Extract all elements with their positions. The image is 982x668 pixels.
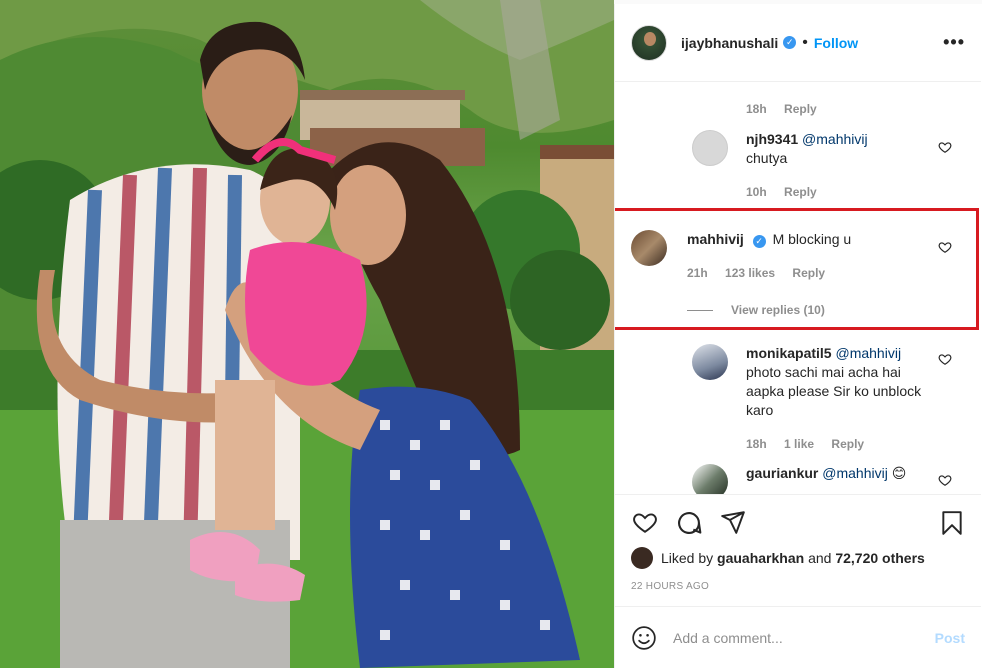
- comment-username[interactable]: gauriankur: [746, 465, 818, 481]
- author-avatar[interactable]: [631, 24, 667, 61]
- reply-button[interactable]: Reply: [784, 185, 817, 199]
- comment-body: gauriankur @mahhivij 😊: [746, 464, 906, 494]
- post-timestamp[interactable]: 22 HOURS AGO: [631, 581, 709, 592]
- like-heart-icon[interactable]: [938, 140, 952, 154]
- like-heart-icon[interactable]: [938, 473, 952, 487]
- post-button[interactable]: Post: [935, 630, 965, 646]
- comment-meta: 10h Reply: [746, 185, 831, 199]
- share-send-icon[interactable]: [719, 509, 747, 535]
- likes-and: and: [808, 550, 832, 566]
- like-heart-icon[interactable]: [938, 240, 952, 254]
- liker-avatar[interactable]: [631, 547, 653, 569]
- comment-likes[interactable]: 1 like: [784, 437, 814, 451]
- reply-button[interactable]: Reply: [792, 266, 825, 280]
- likes-prefix: Liked by: [661, 550, 714, 566]
- avatar[interactable]: [692, 464, 728, 494]
- like-heart-icon[interactable]: [938, 352, 952, 366]
- verified-badge-icon: ✓: [783, 36, 797, 49]
- post-actions: Liked by gauaharkhan and 72,720 others 2…: [615, 494, 981, 606]
- comment-meta: 21h 123 likes Reply: [687, 266, 839, 280]
- bookmark-icon[interactable]: [939, 509, 965, 537]
- liker-username[interactable]: gauaharkhan: [717, 550, 804, 566]
- view-replies-line: [687, 309, 713, 311]
- comment-reply: gauriankur @mahhivij 😊: [692, 464, 952, 494]
- avatar[interactable]: [692, 130, 728, 166]
- post-photo[interactable]: [0, 0, 614, 668]
- comment-username[interactable]: mahhivij: [687, 231, 744, 247]
- comment-text: M blocking u: [772, 231, 852, 247]
- reply-button[interactable]: Reply: [831, 437, 864, 451]
- verified-badge-icon: ✓: [752, 235, 766, 248]
- comment-reply: monikapatil5 @mahhivij photo sachi mai a…: [692, 344, 952, 420]
- comment-mention[interactable]: @mahhivij: [802, 131, 868, 147]
- like-heart-icon[interactable]: [631, 509, 659, 535]
- likes-count[interactable]: 72,720 others: [835, 550, 925, 566]
- comment-emoji: 😊: [891, 465, 907, 481]
- comment-username[interactable]: monikapatil5: [746, 345, 832, 361]
- comments-list[interactable]: 18h Reply njh9341 @mahhivij chutya 10h R…: [615, 82, 981, 494]
- comment-time: 18h: [746, 102, 767, 116]
- comment-likes[interactable]: 123 likes: [725, 266, 775, 280]
- smiley-icon[interactable]: [631, 625, 657, 651]
- author-username[interactable]: ijaybhanushali: [681, 35, 778, 51]
- comment-reply: njh9341 @mahhivij chutya: [692, 130, 962, 168]
- comment-meta: 18h Reply: [746, 102, 831, 116]
- comment-meta: 18h 1 like Reply: [746, 437, 878, 451]
- comment-highlighted: mahhivij ✓ M blocking u: [631, 230, 951, 266]
- comment-text: chutya: [746, 150, 788, 166]
- post-header: ijaybhanushali ✓ • Follow •••: [615, 4, 981, 82]
- comment-mention[interactable]: @mahhivij: [822, 465, 888, 481]
- comment-body: njh9341 @mahhivij chutya: [746, 130, 868, 168]
- avatar[interactable]: [692, 344, 728, 380]
- add-comment-bar: Post: [615, 606, 981, 668]
- separator-dot: •: [802, 33, 808, 51]
- more-options-icon[interactable]: •••: [943, 32, 965, 53]
- comment-mention[interactable]: @mahhivij: [835, 345, 901, 361]
- avatar[interactable]: [631, 230, 667, 266]
- comment-input[interactable]: [673, 629, 935, 646]
- post-panel: ijaybhanushali ✓ • Follow ••• 18h Reply …: [614, 4, 981, 668]
- view-replies-label[interactable]: View replies (10): [731, 303, 825, 317]
- comment-body: mahhivij ✓ M blocking u: [687, 230, 851, 266]
- comment-time: 21h: [687, 266, 708, 280]
- comment-text: photo sachi mai acha hai aapka please Si…: [746, 364, 922, 418]
- view-replies[interactable]: View replies (10): [687, 303, 825, 317]
- follow-button[interactable]: Follow: [814, 35, 858, 51]
- comment-time: 18h: [746, 437, 767, 451]
- comment-username[interactable]: njh9341: [746, 131, 798, 147]
- comment-time: 10h: [746, 185, 767, 199]
- comment-bubble-icon[interactable]: [675, 509, 703, 537]
- likes-summary: Liked by gauaharkhan and 72,720 others: [631, 547, 925, 569]
- reply-button[interactable]: Reply: [784, 102, 817, 116]
- comment-body: monikapatil5 @mahhivij photo sachi mai a…: [746, 344, 936, 420]
- family-photo-illustration: [0, 0, 614, 668]
